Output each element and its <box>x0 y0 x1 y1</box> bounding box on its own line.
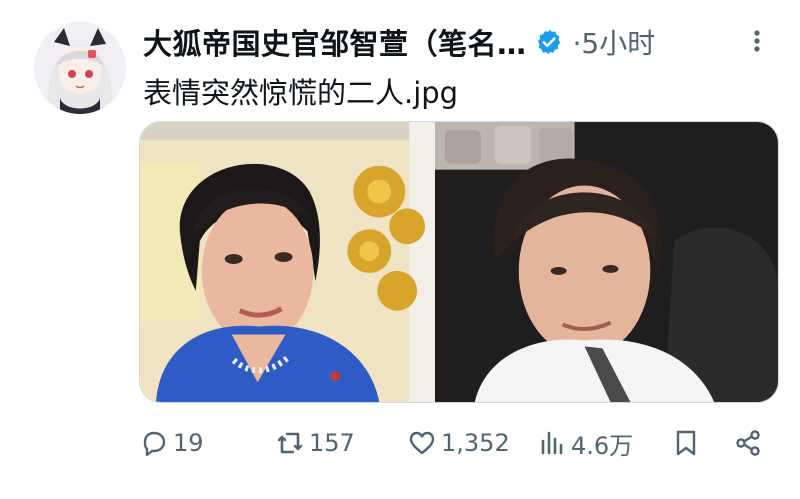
photo-woman-image <box>140 122 436 402</box>
views-chart-icon <box>541 431 563 455</box>
share-button[interactable] <box>733 418 763 468</box>
display-name[interactable]: 大狐帝国史官邹智萱（笔名… <box>143 21 527 63</box>
avatar[interactable] <box>34 22 126 114</box>
views-button[interactable]: 4.6万 <box>537 418 633 468</box>
heart-icon <box>409 431 435 455</box>
more-options-icon[interactable] <box>742 26 772 56</box>
bookmark-icon <box>676 430 696 456</box>
retweet-icon <box>277 432 303 454</box>
retweet-count: 157 <box>309 429 355 457</box>
photo-left[interactable] <box>140 122 436 402</box>
photo-man-image <box>435 122 778 402</box>
reply-button[interactable]: 19 <box>139 418 204 468</box>
reply-icon <box>143 431 166 457</box>
like-count: 1,352 <box>441 429 510 457</box>
photo-right[interactable] <box>435 122 778 402</box>
post-timestamp[interactable]: ·5小时 <box>573 22 656 62</box>
post-media[interactable] <box>139 121 779 403</box>
verified-badge-icon <box>535 28 563 56</box>
bookmark-button[interactable] <box>671 418 701 468</box>
action-bar: 19 157 1,352 4.6万 <box>139 418 771 468</box>
retweet-button[interactable]: 157 <box>275 418 355 468</box>
avatar-image <box>34 22 126 114</box>
post-text: 表情突然惊慌的二人.jpg <box>143 76 459 110</box>
reply-count: 19 <box>173 429 204 457</box>
views-count: 4.6万 <box>571 431 634 460</box>
post-header: 大狐帝国史官邹智萱（笔名… ·5小时 <box>143 20 772 64</box>
like-button[interactable]: 1,352 <box>407 418 510 468</box>
share-icon <box>736 430 760 456</box>
